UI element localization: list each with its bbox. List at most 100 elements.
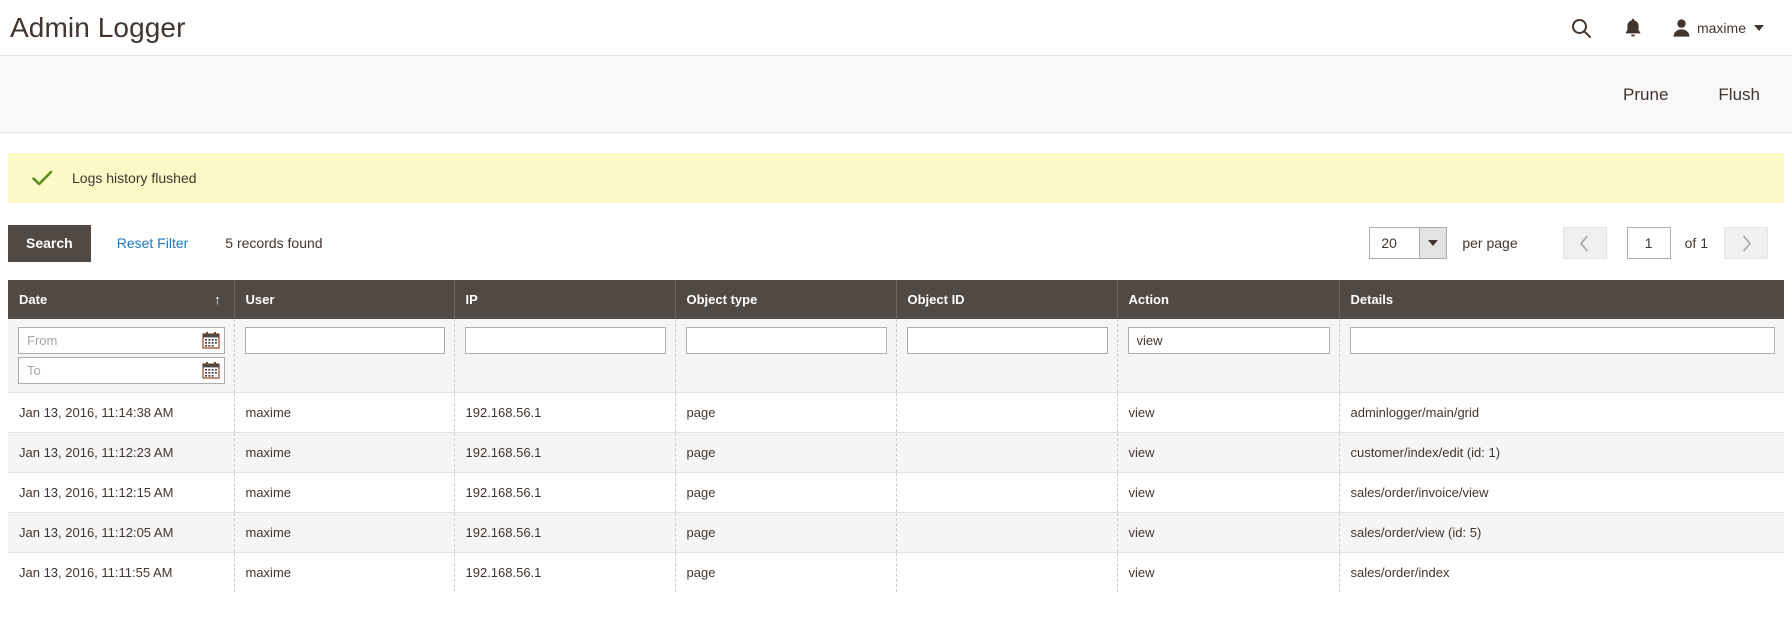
filter-cell-object-id — [896, 318, 1118, 393]
checkmark-icon — [32, 170, 53, 186]
chevron-down-icon — [1754, 24, 1764, 31]
column-header-details[interactable]: Details — [1339, 279, 1784, 319]
details-filter-input[interactable] — [1349, 326, 1775, 354]
column-header-ip[interactable]: IP — [454, 279, 676, 319]
per-page-label: per page — [1462, 235, 1518, 252]
date-to-input[interactable] — [18, 356, 225, 384]
cell-ip: 192.168.56.1 — [454, 511, 676, 553]
success-message: Logs history flushed — [8, 153, 1784, 203]
filter-cell-date — [8, 318, 235, 393]
chevron-down-icon — [1419, 228, 1447, 259]
cell-action: view — [1117, 431, 1340, 473]
table-row[interactable]: Jan 13, 2016, 11:12:15 AM maxime 192.168… — [8, 471, 1784, 513]
cell-ip: 192.168.56.1 — [454, 391, 676, 433]
cell-details: sales/order/invoice/view — [1339, 471, 1784, 513]
per-page-value: 20 — [1381, 235, 1397, 252]
sort-asc-icon: ↑ — [214, 291, 221, 307]
cell-details: sales/order/index — [1339, 551, 1784, 592]
user-menu[interactable]: maxime — [1673, 18, 1764, 37]
filter-cell-object-type — [675, 318, 897, 393]
cell-object-id — [896, 431, 1118, 473]
flush-button[interactable]: Flush — [1710, 80, 1768, 109]
total-pages-label: of 1 — [1684, 235, 1708, 252]
column-label: User — [245, 291, 275, 307]
column-label: Details — [1350, 291, 1394, 307]
current-page-input[interactable] — [1626, 227, 1671, 260]
cell-details: sales/order/view (id: 5) — [1339, 511, 1784, 553]
table-row[interactable]: Jan 13, 2016, 11:11:55 AM maxime 192.168… — [8, 551, 1784, 592]
filter-cell-action — [1117, 318, 1340, 393]
cell-object-type: page — [675, 551, 897, 592]
cell-action: view — [1117, 391, 1340, 433]
column-header-action[interactable]: Action — [1117, 279, 1340, 319]
cell-date: Jan 13, 2016, 11:12:23 AM — [8, 431, 235, 473]
column-label: Action — [1128, 291, 1169, 307]
table-row[interactable]: Jan 13, 2016, 11:12:23 AM maxime 192.168… — [8, 431, 1784, 473]
cell-date: Jan 13, 2016, 11:11:55 AM — [8, 551, 235, 592]
action-filter-input[interactable] — [1127, 326, 1330, 354]
chevron-right-icon[interactable] — [1724, 227, 1768, 260]
grid-toolbar: Search Reset Filter 5 records found 20 p… — [0, 203, 1792, 280]
table-row[interactable]: Jan 13, 2016, 11:12:05 AM maxime 192.168… — [8, 511, 1784, 553]
table-row[interactable]: Jan 13, 2016, 11:14:38 AM maxime 192.168… — [8, 391, 1784, 433]
cell-object-type: page — [675, 471, 897, 513]
success-message-text: Logs history flushed — [72, 170, 197, 186]
cell-user: maxime — [234, 431, 455, 473]
cell-object-id — [896, 391, 1118, 433]
page-header: Admin Logger maxime — [0, 0, 1792, 55]
column-label: Object ID — [907, 291, 965, 307]
cell-user: maxime — [234, 551, 455, 592]
page-title: Admin Logger — [10, 11, 186, 43]
column-header-object-id[interactable]: Object ID — [896, 279, 1118, 319]
column-label: Object type — [686, 291, 758, 307]
page-actions-toolbar: Prune Flush — [0, 55, 1792, 133]
chevron-left-icon[interactable] — [1562, 227, 1607, 260]
user-filter-input[interactable] — [244, 326, 445, 354]
cell-ip: 192.168.56.1 — [454, 431, 676, 473]
cell-user: maxime — [234, 391, 455, 433]
user-menu-label: maxime — [1696, 19, 1746, 36]
search-button[interactable]: Search — [8, 225, 91, 262]
grid-pagination: 20 per page of 1 — [1369, 227, 1782, 260]
cell-object-id — [896, 471, 1118, 513]
user-avatar-icon — [1673, 18, 1690, 37]
data-grid-container: Date ↑ User IP Object type Object ID Act… — [0, 279, 1792, 592]
messages-area: Logs history flushed — [0, 133, 1792, 203]
object-id-filter-input[interactable] — [906, 326, 1108, 354]
filter-cell-user — [234, 318, 455, 393]
filter-cell-ip — [454, 318, 676, 393]
cell-user: maxime — [234, 511, 455, 553]
table-header-row: Date ↑ User IP Object type Object ID Act… — [8, 279, 1784, 319]
column-header-user[interactable]: User — [234, 279, 455, 319]
pager: of 1 — [1562, 227, 1768, 260]
cell-object-type: page — [675, 511, 897, 553]
date-from-input[interactable] — [18, 326, 225, 354]
column-header-object-type[interactable]: Object type — [675, 279, 897, 319]
cell-action: view — [1117, 551, 1340, 592]
column-header-date[interactable]: Date ↑ — [8, 279, 235, 319]
cell-action: view — [1117, 471, 1340, 513]
prune-button[interactable]: Prune — [1615, 80, 1676, 109]
table-filter-row — [8, 318, 1784, 393]
calendar-icon[interactable] — [201, 331, 220, 349]
ip-filter-input[interactable] — [464, 326, 666, 354]
calendar-icon[interactable] — [201, 361, 220, 379]
cell-user: maxime — [234, 471, 455, 513]
date-from-field — [18, 326, 225, 354]
search-icon[interactable] — [1569, 16, 1593, 40]
cell-object-id — [896, 511, 1118, 553]
column-label: Date — [19, 291, 48, 307]
cell-object-id — [896, 551, 1118, 592]
cell-ip: 192.168.56.1 — [454, 471, 676, 513]
per-page-select[interactable]: 20 — [1369, 227, 1448, 260]
cell-object-type: page — [675, 431, 897, 473]
cell-details: adminlogger/main/grid — [1339, 391, 1784, 433]
column-label: IP — [465, 291, 478, 307]
cell-action: view — [1117, 511, 1340, 553]
object-type-filter-input[interactable] — [685, 326, 887, 354]
grid-toolbar-left: Search Reset Filter 5 records found — [8, 225, 323, 262]
cell-date: Jan 13, 2016, 11:12:05 AM — [8, 511, 235, 553]
bell-icon[interactable] — [1621, 16, 1645, 40]
date-to-field — [18, 356, 225, 384]
reset-filter-link[interactable]: Reset Filter — [117, 235, 189, 251]
